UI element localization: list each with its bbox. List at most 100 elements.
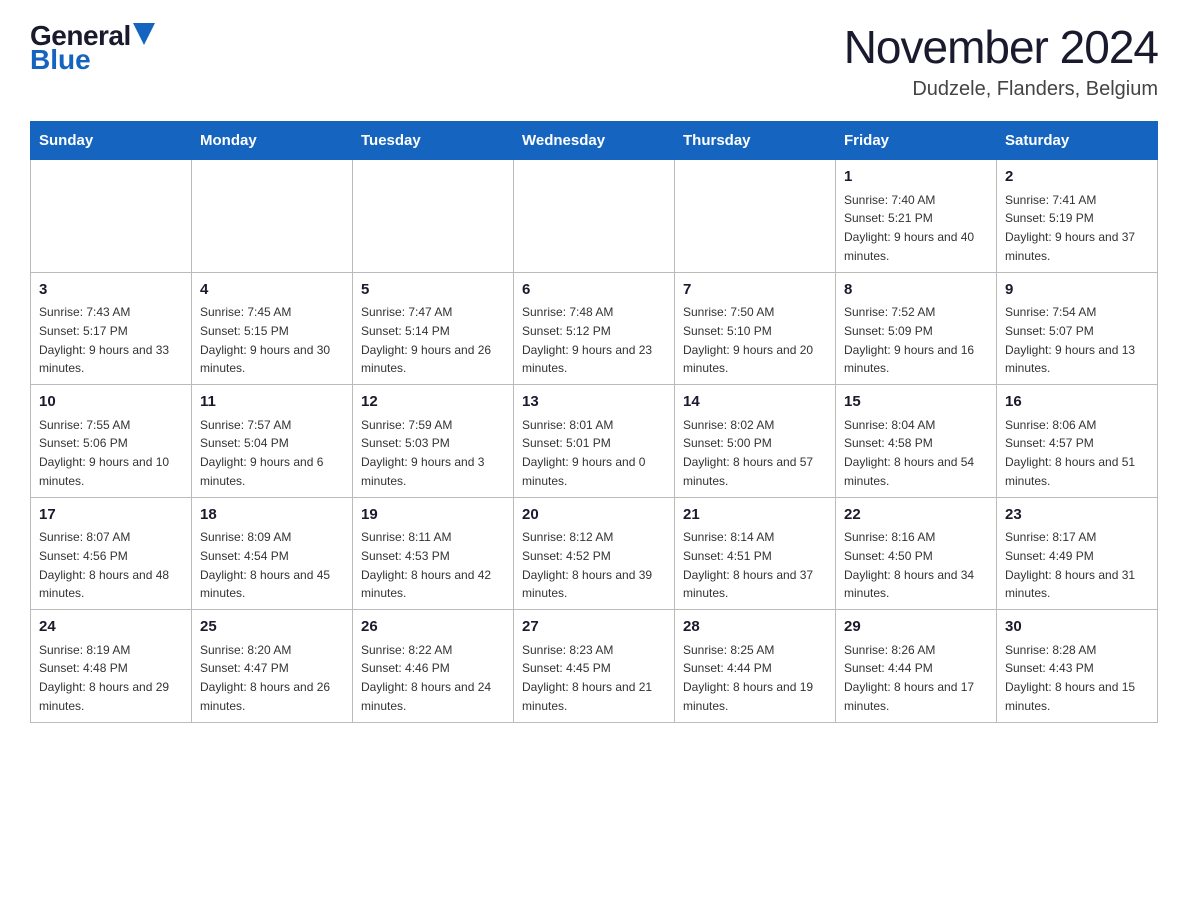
- day-info: Sunrise: 7:41 AM Sunset: 5:19 PM Dayligh…: [1005, 193, 1135, 263]
- day-number: 22: [844, 504, 988, 527]
- calendar-week-row: 3 Sunrise: 7:43 AM Sunset: 5:17 PM Daylig…: [31, 272, 1158, 385]
- calendar-day-cell: 10 Sunrise: 7:55 AM Sunset: 5:06 PM Dayli…: [31, 385, 192, 498]
- day-number: 24: [39, 616, 183, 639]
- day-number: 11: [200, 391, 344, 414]
- day-number: 28: [683, 616, 827, 639]
- day-info: Sunrise: 7:54 AM Sunset: 5:07 PM Dayligh…: [1005, 305, 1135, 375]
- day-info: Sunrise: 8:20 AM Sunset: 4:47 PM Dayligh…: [200, 643, 330, 713]
- day-number: 16: [1005, 391, 1149, 414]
- day-info: Sunrise: 7:59 AM Sunset: 5:03 PM Dayligh…: [361, 418, 484, 488]
- day-number: 3: [39, 279, 183, 302]
- calendar-day-cell: 7Sunrise: 7:50 AM Sunset: 5:10 PM Daylig…: [675, 272, 836, 385]
- day-info: Sunrise: 7:52 AM Sunset: 5:09 PM Dayligh…: [844, 305, 974, 375]
- page-header: General Blue November 2024 Dudzele, Flan…: [30, 20, 1158, 101]
- calendar-col-header: Tuesday: [353, 122, 514, 160]
- calendar-day-cell: [514, 160, 675, 273]
- calendar-table: SundayMondayTuesdayWednesdayThursdayFrid…: [30, 121, 1158, 723]
- calendar-day-cell: [31, 160, 192, 273]
- day-info: Sunrise: 7:40 AM Sunset: 5:21 PM Dayligh…: [844, 193, 974, 263]
- calendar-day-cell: 21Sunrise: 8:14 AM Sunset: 4:51 PM Dayli…: [675, 497, 836, 610]
- calendar-day-cell: 27Sunrise: 8:23 AM Sunset: 4:45 PM Dayli…: [514, 610, 675, 723]
- day-number: 5: [361, 279, 505, 302]
- calendar-header-row: SundayMondayTuesdayWednesdayThursdayFrid…: [31, 122, 1158, 160]
- day-number: 18: [200, 504, 344, 527]
- calendar-day-cell: [675, 160, 836, 273]
- calendar-col-header: Sunday: [31, 122, 192, 160]
- calendar-day-cell: 28 Sunrise: 8:25 AM Sunset: 4:44 PM Dayli…: [675, 610, 836, 723]
- calendar-day-cell: 1 Sunrise: 7:40 AM Sunset: 5:21 PM Daylig…: [836, 160, 997, 273]
- day-info: Sunrise: 8:11 AM Sunset: 4:53 PM Dayligh…: [361, 530, 491, 600]
- calendar-col-header: Saturday: [997, 122, 1158, 160]
- day-number: 14: [683, 391, 827, 414]
- day-number: 8: [844, 279, 988, 302]
- day-number: 2: [1005, 166, 1149, 189]
- day-info: Sunrise: 8:02 AM Sunset: 5:00 PM Dayligh…: [683, 418, 813, 488]
- day-info: Sunrise: 8:12 AM Sunset: 4:52 PM Dayligh…: [522, 530, 652, 600]
- day-info: Sunrise: 7:43 AM Sunset: 5:17 PM Dayligh…: [39, 305, 169, 375]
- day-info: Sunrise: 8:07 AM Sunset: 4:56 PM Dayligh…: [39, 530, 169, 600]
- calendar-day-cell: [192, 160, 353, 273]
- calendar-day-cell: 6 Sunrise: 7:48 AM Sunset: 5:12 PM Daylig…: [514, 272, 675, 385]
- calendar-day-cell: 30Sunrise: 8:28 AM Sunset: 4:43 PM Dayli…: [997, 610, 1158, 723]
- day-info: Sunrise: 7:45 AM Sunset: 5:15 PM Dayligh…: [200, 305, 330, 375]
- logo-triangle-icon: [133, 23, 155, 45]
- calendar-week-row: 1 Sunrise: 7:40 AM Sunset: 5:21 PM Daylig…: [31, 160, 1158, 273]
- day-number: 29: [844, 616, 988, 639]
- calendar-col-header: Wednesday: [514, 122, 675, 160]
- calendar-day-cell: 20 Sunrise: 8:12 AM Sunset: 4:52 PM Dayli…: [514, 497, 675, 610]
- day-info: Sunrise: 8:06 AM Sunset: 4:57 PM Dayligh…: [1005, 418, 1135, 488]
- day-info: Sunrise: 7:48 AM Sunset: 5:12 PM Dayligh…: [522, 305, 652, 375]
- calendar-day-cell: [353, 160, 514, 273]
- day-number: 30: [1005, 616, 1149, 639]
- calendar-day-cell: 18Sunrise: 8:09 AM Sunset: 4:54 PM Dayli…: [192, 497, 353, 610]
- calendar-day-cell: 16 Sunrise: 8:06 AM Sunset: 4:57 PM Dayli…: [997, 385, 1158, 498]
- day-info: Sunrise: 7:55 AM Sunset: 5:06 PM Dayligh…: [39, 418, 169, 488]
- day-number: 6: [522, 279, 666, 302]
- calendar-col-header: Monday: [192, 122, 353, 160]
- day-info: Sunrise: 8:25 AM Sunset: 4:44 PM Dayligh…: [683, 643, 813, 713]
- month-year-title: November 2024: [844, 20, 1158, 74]
- day-info: Sunrise: 8:16 AM Sunset: 4:50 PM Dayligh…: [844, 530, 974, 600]
- day-number: 25: [200, 616, 344, 639]
- calendar-day-cell: 5Sunrise: 7:47 AM Sunset: 5:14 PM Daylig…: [353, 272, 514, 385]
- day-number: 7: [683, 279, 827, 302]
- calendar-day-cell: 9 Sunrise: 7:54 AM Sunset: 5:07 PM Daylig…: [997, 272, 1158, 385]
- day-number: 9: [1005, 279, 1149, 302]
- calendar-col-header: Friday: [836, 122, 997, 160]
- day-info: Sunrise: 8:17 AM Sunset: 4:49 PM Dayligh…: [1005, 530, 1135, 600]
- title-block: November 2024 Dudzele, Flanders, Belgium: [844, 20, 1158, 101]
- calendar-day-cell: 11 Sunrise: 7:57 AM Sunset: 5:04 PM Dayli…: [192, 385, 353, 498]
- calendar-day-cell: 3 Sunrise: 7:43 AM Sunset: 5:17 PM Daylig…: [31, 272, 192, 385]
- day-number: 12: [361, 391, 505, 414]
- calendar-day-cell: 15Sunrise: 8:04 AM Sunset: 4:58 PM Dayli…: [836, 385, 997, 498]
- day-number: 4: [200, 279, 344, 302]
- calendar-day-cell: 14 Sunrise: 8:02 AM Sunset: 5:00 PM Dayli…: [675, 385, 836, 498]
- day-number: 20: [522, 504, 666, 527]
- day-info: Sunrise: 8:04 AM Sunset: 4:58 PM Dayligh…: [844, 418, 974, 488]
- calendar-day-cell: 19 Sunrise: 8:11 AM Sunset: 4:53 PM Dayli…: [353, 497, 514, 610]
- day-info: Sunrise: 7:57 AM Sunset: 5:04 PM Dayligh…: [200, 418, 323, 488]
- logo: General Blue: [30, 20, 155, 76]
- calendar-day-cell: 2 Sunrise: 7:41 AM Sunset: 5:19 PM Daylig…: [997, 160, 1158, 273]
- day-info: Sunrise: 8:01 AM Sunset: 5:01 PM Dayligh…: [522, 418, 645, 488]
- calendar-day-cell: 12 Sunrise: 7:59 AM Sunset: 5:03 PM Dayli…: [353, 385, 514, 498]
- day-number: 17: [39, 504, 183, 527]
- day-number: 1: [844, 166, 988, 189]
- day-number: 19: [361, 504, 505, 527]
- day-info: Sunrise: 8:19 AM Sunset: 4:48 PM Dayligh…: [39, 643, 169, 713]
- day-number: 10: [39, 391, 183, 414]
- location-subtitle: Dudzele, Flanders, Belgium: [844, 78, 1158, 101]
- calendar-day-cell: 13 Sunrise: 8:01 AM Sunset: 5:01 PM Dayli…: [514, 385, 675, 498]
- calendar-week-row: 24 Sunrise: 8:19 AM Sunset: 4:48 PM Dayli…: [31, 610, 1158, 723]
- calendar-day-cell: 26Sunrise: 8:22 AM Sunset: 4:46 PM Dayli…: [353, 610, 514, 723]
- calendar-day-cell: 25 Sunrise: 8:20 AM Sunset: 4:47 PM Dayli…: [192, 610, 353, 723]
- day-info: Sunrise: 8:26 AM Sunset: 4:44 PM Dayligh…: [844, 643, 974, 713]
- calendar-week-row: 10 Sunrise: 7:55 AM Sunset: 5:06 PM Dayli…: [31, 385, 1158, 498]
- calendar-week-row: 17 Sunrise: 8:07 AM Sunset: 4:56 PM Dayli…: [31, 497, 1158, 610]
- day-number: 23: [1005, 504, 1149, 527]
- calendar-day-cell: 23 Sunrise: 8:17 AM Sunset: 4:49 PM Dayli…: [997, 497, 1158, 610]
- day-number: 13: [522, 391, 666, 414]
- calendar-day-cell: 22 Sunrise: 8:16 AM Sunset: 4:50 PM Dayli…: [836, 497, 997, 610]
- calendar-col-header: Thursday: [675, 122, 836, 160]
- day-number: 21: [683, 504, 827, 527]
